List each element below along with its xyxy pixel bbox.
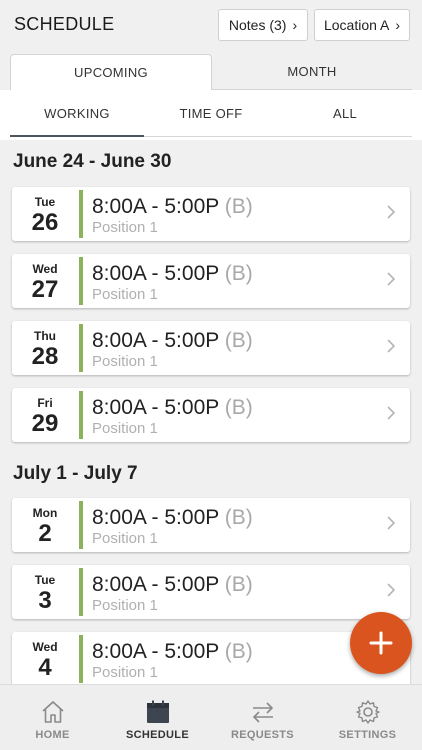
shift-time: 8:00A - 5:00P bbox=[92, 573, 219, 596]
notes-button[interactable]: Notes (3) › bbox=[218, 9, 308, 41]
location-button-label: Location A bbox=[323, 17, 390, 33]
week-heading: June 24 - June 30 bbox=[13, 151, 172, 172]
shift-status-bar bbox=[79, 391, 83, 439]
top-bar: SCHEDULE Notes (3) › Location A › bbox=[0, 0, 422, 50]
shift-time-line: 8:00A - 5:00P (B) bbox=[92, 573, 253, 597]
gear-icon bbox=[356, 700, 380, 724]
shift-weekday: Wed bbox=[32, 262, 58, 276]
chevron-right-icon: › bbox=[395, 17, 401, 33]
calendar-icon bbox=[147, 700, 169, 723]
swap-arrows-icon bbox=[253, 702, 273, 723]
chevron-right-icon bbox=[387, 205, 396, 219]
shift-day: 3 bbox=[38, 587, 52, 614]
tab-upcoming[interactable]: UPCOMING bbox=[10, 54, 212, 90]
shift-position: Position 1 bbox=[92, 219, 158, 236]
chevron-right-icon bbox=[387, 583, 396, 597]
shift-tag: (B) bbox=[224, 396, 253, 419]
nav-home[interactable]: HOME bbox=[0, 685, 105, 750]
notes-button-label: Notes (3) bbox=[228, 17, 287, 33]
shift-tag: (B) bbox=[224, 573, 253, 596]
shift-card[interactable]: Fri 29 8:00A - 5:00P (B) Position 1 bbox=[12, 388, 410, 442]
shift-tag: (B) bbox=[224, 329, 253, 352]
shift-weekday: Tue bbox=[34, 195, 56, 209]
shift-time-line: 8:00A - 5:00P (B) bbox=[92, 506, 253, 530]
shift-status-bar bbox=[79, 568, 83, 616]
chevron-right-icon bbox=[387, 272, 396, 286]
shift-day: 27 bbox=[31, 276, 59, 303]
chevron-right-icon bbox=[387, 339, 396, 353]
week-heading: July 1 - July 7 bbox=[13, 463, 138, 484]
shift-time-line: 8:00A - 5:00P (B) bbox=[92, 396, 253, 420]
shift-day: 26 bbox=[31, 209, 59, 236]
filter-tabs: WORKING TIME OFF ALL bbox=[0, 90, 422, 140]
shift-time: 8:00A - 5:00P bbox=[92, 396, 219, 419]
shift-card[interactable]: Wed 27 8:00A - 5:00P (B) Position 1 bbox=[12, 254, 410, 308]
subtab-working[interactable]: WORKING bbox=[10, 90, 144, 136]
home-icon bbox=[42, 701, 64, 723]
nav-settings[interactable]: SETTINGS bbox=[315, 685, 420, 750]
divider bbox=[144, 136, 412, 137]
shift-time-line: 8:00A - 5:00P (B) bbox=[92, 262, 253, 286]
shift-time: 8:00A - 5:00P bbox=[92, 329, 219, 352]
nav-schedule-label: SCHEDULE bbox=[126, 729, 189, 741]
shift-time: 8:00A - 5:00P bbox=[92, 506, 219, 529]
shift-time: 8:00A - 5:00P bbox=[92, 195, 219, 218]
page-title: SCHEDULE bbox=[14, 14, 115, 34]
subtab-all[interactable]: ALL bbox=[278, 90, 412, 136]
nav-schedule[interactable]: SCHEDULE bbox=[105, 685, 210, 750]
nav-settings-label: SETTINGS bbox=[338, 729, 397, 741]
subtab-time-off[interactable]: TIME OFF bbox=[144, 90, 278, 136]
bottom-nav: HOME SCHEDULE REQUESTS SETTINGS bbox=[0, 684, 422, 750]
shift-time-line: 8:00A - 5:00P (B) bbox=[92, 329, 253, 353]
plus-icon bbox=[369, 631, 393, 655]
chevron-right-icon bbox=[387, 516, 396, 530]
shift-status-bar bbox=[79, 635, 83, 683]
shift-tag: (B) bbox=[224, 640, 253, 663]
shift-weekday: Tue bbox=[34, 573, 56, 587]
tab-month[interactable]: MONTH bbox=[212, 54, 412, 90]
shift-day: 28 bbox=[31, 343, 59, 370]
shift-status-bar bbox=[79, 190, 83, 238]
shift-day: 4 bbox=[38, 654, 52, 681]
shift-position: Position 1 bbox=[92, 420, 158, 437]
chevron-right-icon bbox=[387, 406, 396, 420]
shift-card[interactable]: Mon 2 8:00A - 5:00P (B) Position 1 bbox=[12, 498, 410, 552]
nav-home-label: HOME bbox=[35, 729, 70, 741]
shift-time: 8:00A - 5:00P bbox=[92, 640, 219, 663]
location-button[interactable]: Location A › bbox=[314, 9, 410, 41]
shift-status-bar bbox=[79, 324, 83, 372]
shift-tag: (B) bbox=[224, 506, 253, 529]
active-subtab-indicator bbox=[10, 135, 144, 137]
shift-card[interactable]: Thu 28 8:00A - 5:00P (B) Position 1 bbox=[12, 321, 410, 375]
shift-position: Position 1 bbox=[92, 664, 158, 681]
shift-card[interactable]: Tue 3 8:00A - 5:00P (B) Position 1 bbox=[12, 565, 410, 619]
chevron-right-icon: › bbox=[292, 17, 298, 33]
shift-time: 8:00A - 5:00P bbox=[92, 262, 219, 285]
nav-requests[interactable]: REQUESTS bbox=[210, 685, 315, 750]
add-button[interactable] bbox=[350, 612, 412, 674]
view-tabs: UPCOMING MONTH bbox=[10, 54, 412, 90]
shift-status-bar bbox=[79, 257, 83, 305]
shift-day: 2 bbox=[38, 520, 52, 547]
shift-time-line: 8:00A - 5:00P (B) bbox=[92, 640, 253, 664]
shift-position: Position 1 bbox=[92, 353, 158, 370]
shift-status-bar bbox=[79, 501, 83, 549]
shift-time-line: 8:00A - 5:00P (B) bbox=[92, 195, 253, 219]
shift-tag: (B) bbox=[224, 262, 253, 285]
shift-weekday: Thu bbox=[34, 329, 56, 343]
shift-position: Position 1 bbox=[92, 530, 158, 547]
nav-requests-label: REQUESTS bbox=[231, 729, 294, 741]
shift-tag: (B) bbox=[224, 195, 253, 218]
shift-position: Position 1 bbox=[92, 286, 158, 303]
shift-position: Position 1 bbox=[92, 597, 158, 614]
shift-weekday: Mon bbox=[32, 506, 58, 520]
shift-weekday: Wed bbox=[32, 640, 58, 654]
shift-weekday: Fri bbox=[37, 396, 53, 410]
shift-card[interactable]: Tue 26 8:00A - 5:00P (B) Position 1 bbox=[12, 187, 410, 241]
shift-day: 29 bbox=[31, 410, 59, 437]
